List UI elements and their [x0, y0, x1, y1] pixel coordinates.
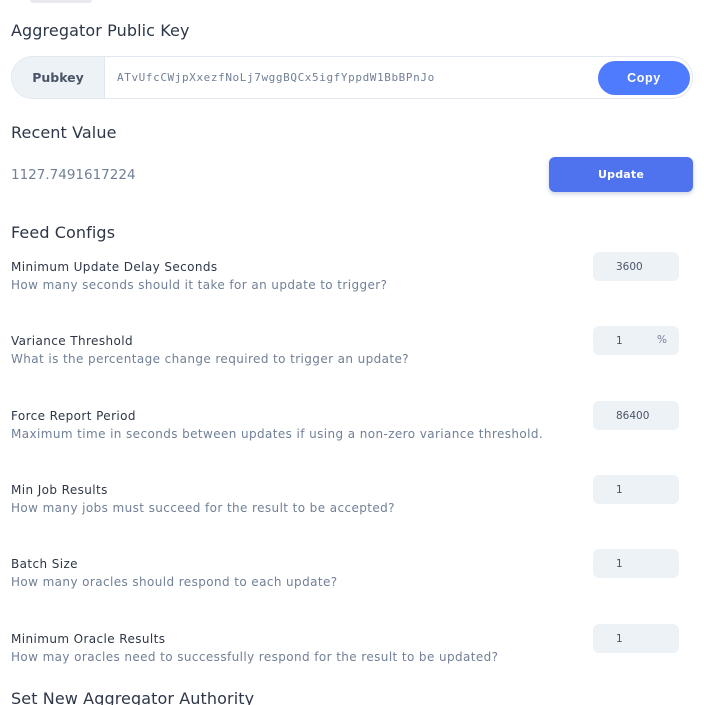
config-label: Force Report Period	[11, 409, 136, 423]
pubkey-input-group: Pubkey ATvUfcCWjpXxezfNoLj7wggBQCx5igfYp…	[11, 56, 693, 99]
tab-indicator	[30, 0, 92, 3]
pubkey-section-title: Aggregator Public Key	[11, 21, 190, 40]
update-button[interactable]: Update	[549, 157, 693, 192]
config-row-min-oracle-results: Minimum Oracle Results How may oracles n…	[11, 624, 679, 676]
config-label: Minimum Oracle Results	[11, 632, 166, 646]
config-input-value: 1	[616, 557, 623, 570]
config-input-value: 1	[616, 632, 623, 645]
authority-section-title: Set New Aggregator Authority	[11, 689, 255, 705]
config-description: How may oracles need to successfully res…	[11, 650, 499, 664]
variance-threshold-input[interactable]: 1%	[593, 326, 679, 355]
config-description: How many oracles should respond to each …	[11, 575, 338, 589]
force-report-period-input[interactable]: 86400	[593, 401, 679, 430]
feed-configs-title: Feed Configs	[11, 223, 116, 242]
config-row-batch-size: Batch Size How many oracles should respo…	[11, 549, 679, 601]
config-row-force-report-period: Force Report Period Maximum time in seco…	[11, 401, 679, 453]
config-input-value: 1	[616, 334, 623, 347]
min-oracle-results-input[interactable]: 1	[593, 624, 679, 653]
config-description: How many jobs must succeed for the resul…	[11, 501, 395, 515]
config-input-value: 3600	[616, 260, 643, 273]
percent-unit: %	[657, 334, 667, 346]
config-description: How many seconds should it take for an u…	[11, 278, 388, 292]
config-input-value: 86400	[616, 409, 650, 422]
min-update-delay-input[interactable]: 3600	[593, 252, 679, 281]
config-label: Batch Size	[11, 557, 78, 571]
config-input-value: 1	[616, 483, 623, 496]
config-row-variance-threshold: Variance Threshold What is the percentag…	[11, 326, 679, 378]
config-row-min-update-delay: Minimum Update Delay Seconds How many se…	[11, 252, 679, 304]
config-row-min-job-results: Min Job Results How many jobs must succe…	[11, 475, 679, 527]
config-label: Variance Threshold	[11, 334, 133, 348]
recent-value-text: 1127.7491617224	[11, 167, 136, 183]
config-label: Min Job Results	[11, 483, 108, 497]
config-label: Minimum Update Delay Seconds	[11, 260, 218, 274]
batch-size-input[interactable]: 1	[593, 549, 679, 578]
min-job-results-input[interactable]: 1	[593, 475, 679, 504]
recent-value-title: Recent Value	[11, 123, 117, 142]
config-description: Maximum time in seconds between updates …	[11, 427, 544, 441]
config-description: What is the percentage change required t…	[11, 352, 410, 366]
copy-button[interactable]: Copy	[598, 61, 690, 95]
pubkey-addon-label: Pubkey	[12, 57, 105, 98]
